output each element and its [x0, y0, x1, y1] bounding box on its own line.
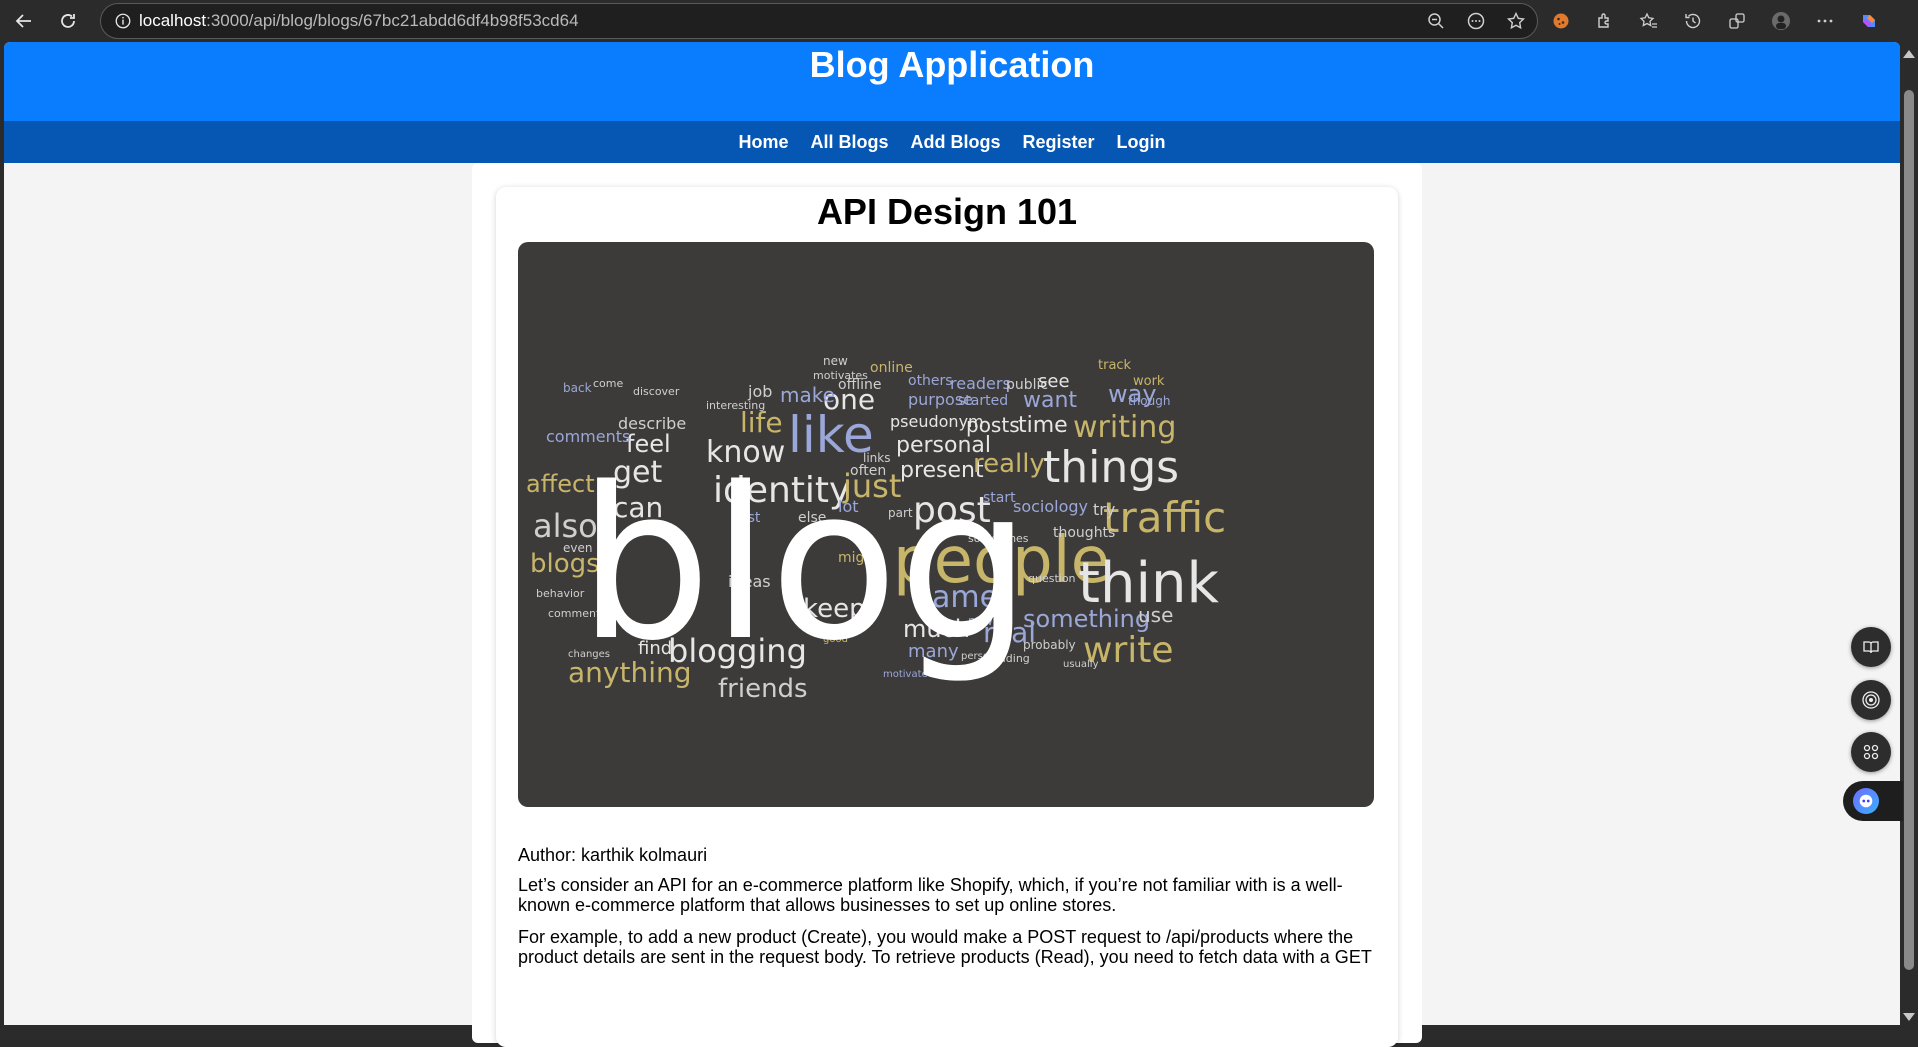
scroll-down-arrow-icon[interactable]: [1903, 1013, 1915, 1021]
grid-icon: [1863, 744, 1879, 760]
word-cloud-word: work: [1133, 374, 1165, 389]
reload-button[interactable]: [46, 0, 90, 42]
collections-icon[interactable]: [1724, 8, 1750, 34]
post-body: Let’s consider an API for an e-commerce …: [518, 875, 1374, 979]
address-bar[interactable]: localhost:3000/api/blog/blogs/67bc21abdd…: [100, 3, 1538, 39]
zoom-icon[interactable]: [1423, 8, 1449, 34]
word-cloud-word: make: [780, 383, 835, 407]
nav-add-blogs-link[interactable]: Add Blogs: [911, 132, 1001, 153]
word-cloud-word: discover: [633, 385, 680, 398]
post-image: people think traffic things writing like ident…: [518, 242, 1374, 807]
word-cloud-word: pseudonym: [890, 412, 984, 431]
site-info-icon[interactable]: [107, 12, 139, 30]
copilot-sidebar-tab[interactable]: [1843, 781, 1903, 821]
cookie-extension-icon[interactable]: [1548, 8, 1574, 34]
copilot-face-icon: [1853, 788, 1879, 814]
app-nav: Home All Blogs Add Blogs Register Login: [4, 121, 1900, 163]
word-cloud-word: thoughts: [1053, 525, 1115, 541]
scrollbar-thumb[interactable]: [1904, 90, 1914, 970]
url-path: :3000/api/blog/blogs/67bc21abdd6df4b98f5…: [206, 11, 579, 30]
word-cloud-word: though: [1128, 394, 1170, 408]
nav-all-blogs-link[interactable]: All Blogs: [810, 132, 888, 153]
extensions-puzzle-icon[interactable]: [1592, 8, 1618, 34]
word-cloud-word: see: [1038, 371, 1070, 392]
more-tools-icon[interactable]: [1463, 8, 1489, 34]
word-cloud-big-word: blog: [578, 442, 1031, 687]
nav-home-link[interactable]: Home: [738, 132, 788, 153]
post-paragraph: Let’s consider an API for an e-commerce …: [518, 875, 1343, 915]
post-author: Author: karthik kolmauri: [518, 845, 708, 865]
favorite-star-icon[interactable]: [1503, 8, 1529, 34]
word-cloud-word: time: [1018, 413, 1068, 438]
word-cloud-word: back: [563, 381, 592, 395]
word-cloud-word: question: [1028, 572, 1076, 585]
word-cloud-word: describe: [618, 414, 686, 433]
word-cloud-word: traffic: [1103, 493, 1226, 542]
post-title: API Design 101: [816, 191, 1078, 232]
favorites-icon[interactable]: [1636, 8, 1662, 34]
scroll-up-arrow-icon[interactable]: [1903, 50, 1915, 58]
word-cloud-word: try: [1093, 500, 1115, 519]
nav-login-link[interactable]: Login: [1117, 132, 1166, 153]
back-button[interactable]: [2, 0, 46, 42]
word-cloud-word: things: [1043, 442, 1179, 493]
radio-waves-icon: [1862, 691, 1880, 709]
copilot-icon[interactable]: [1856, 8, 1882, 34]
page-scrollbar[interactable]: [1900, 42, 1918, 1029]
word-cloud-word: use: [1138, 603, 1173, 627]
settings-more-icon[interactable]: [1812, 8, 1838, 34]
nav-register-link[interactable]: Register: [1023, 132, 1095, 153]
app-title: Blog Application: [809, 44, 1095, 85]
word-cloud-word: writing: [1073, 410, 1176, 445]
blog-word-cloud-image: peoplethinktrafficthingswritinglikeident…: [526, 354, 1226, 704]
word-cloud-word: come: [593, 377, 623, 390]
book-icon: [1863, 641, 1879, 654]
broadcast-button[interactable]: [1851, 680, 1891, 720]
word-cloud-word: new: [823, 354, 848, 368]
url-text[interactable]: localhost:3000/api/blog/blogs/67bc21abdd…: [139, 11, 579, 31]
word-cloud-word: started: [958, 393, 1008, 409]
word-cloud-word: track: [1098, 358, 1132, 373]
word-cloud-word: others: [908, 373, 953, 389]
post-paragraph: For example, to add a new product (Creat…: [518, 927, 1372, 967]
word-cloud-word: something: [1023, 605, 1150, 633]
app-header: Blog Application: [4, 42, 1900, 121]
url-host: localhost: [139, 11, 207, 30]
reading-view-button[interactable]: [1851, 627, 1891, 667]
word-cloud-word: usually: [1063, 659, 1099, 670]
word-cloud-word: motivates: [813, 369, 868, 382]
reload-icon: [61, 14, 75, 28]
apps-button[interactable]: [1851, 732, 1891, 772]
back-arrow-icon: [15, 14, 31, 28]
browser-toolbar: localhost:3000/api/blog/blogs/67bc21abdd…: [0, 0, 1918, 42]
word-cloud-word: interesting: [706, 399, 765, 412]
word-cloud-word: online: [870, 360, 913, 376]
profile-avatar-icon[interactable]: [1768, 8, 1794, 34]
history-icon[interactable]: [1680, 8, 1706, 34]
blog-post-card: API Design 101 people think traffic things w…: [496, 187, 1398, 1047]
